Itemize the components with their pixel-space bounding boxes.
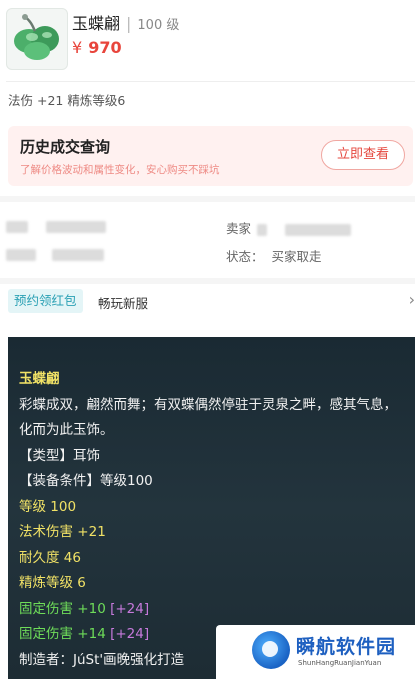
history-title: 历史成交查询 — [20, 138, 111, 156]
section-divider — [0, 196, 415, 202]
red-packet-tag[interactable]: 预约领红包 — [8, 289, 83, 313]
server-label: 畅玩新服 — [98, 296, 149, 311]
desc-magic-damage: 法术伤害 +21 — [19, 524, 106, 540]
watermark: 瞬航软件园 ShunHangRuanJianYuan — [216, 625, 415, 679]
status-label: 状态： — [226, 249, 264, 264]
desc-level: 等级 100 — [19, 498, 77, 515]
item-level: 100 级 — [137, 18, 180, 33]
trade-info: 卖家 状态： 买家取走 — [0, 206, 415, 268]
title-separator: | — [126, 14, 132, 33]
desc-requirement: 【装备条件】等级100 — [19, 473, 153, 489]
currency-symbol: ¥ — [72, 38, 83, 57]
item-image[interactable] — [6, 8, 68, 70]
desc-fixed-damage-1: 固定伤害 +10 [+24] — [19, 600, 150, 617]
view-now-button[interactable]: 立即查看 — [321, 140, 405, 170]
section-divider — [0, 278, 415, 284]
divider — [6, 81, 415, 82]
history-query-card[interactable]: 历史成交查询 了解价格波动和属性变化，安心购买不踩坑 立即查看 — [8, 126, 413, 186]
watermark-title: 瞬航软件园 — [296, 636, 397, 658]
watermark-logo-icon — [252, 631, 290, 669]
desc-flavor-text: 彩蝶成双，翩然而舞；有双蝶偶然停驻于灵泉之畔，感其气息，化而为此玉饰。 — [19, 396, 397, 439]
desc-durability: 耐久度 46 — [19, 549, 81, 566]
promo-row[interactable]: 预约领红包 畅玩新服 › — [0, 287, 415, 317]
history-subtitle: 了解价格波动和属性变化，安心购买不踩坑 — [20, 164, 220, 176]
status-field: 状态： 买家取走 — [226, 246, 322, 265]
watermark-subtitle: ShunHangRuanJianYuan — [298, 659, 382, 667]
seller-name-redacted — [284, 223, 351, 236]
item-stats-summary: 法伤 +21 精炼等级6 — [8, 93, 126, 108]
trade-info-redacted-1 — [6, 218, 106, 233]
item-name: 玉蝶翩 — [72, 14, 121, 33]
item-header: 玉蝶翩 | 100 级 ¥970 — [0, 0, 415, 82]
chevron-right-icon[interactable]: › — [409, 290, 415, 309]
price-value: 970 — [88, 38, 122, 57]
seller-label: 卖家 — [226, 221, 252, 236]
item-title-row: 玉蝶翩 | 100 级 — [72, 10, 179, 34]
trade-info-redacted-2 — [6, 246, 104, 261]
status-value: 买家取走 — [271, 249, 322, 264]
item-price: ¥970 — [72, 38, 122, 57]
jade-butterfly-image — [14, 14, 59, 60]
desc-item-name: 玉蝶翩 — [19, 371, 60, 387]
desc-refine-level: 精炼等级 6 — [19, 575, 86, 591]
seller-name-redacted — [257, 223, 267, 236]
seller-field: 卖家 — [226, 218, 351, 237]
desc-type: 【类型】耳饰 — [19, 447, 100, 464]
